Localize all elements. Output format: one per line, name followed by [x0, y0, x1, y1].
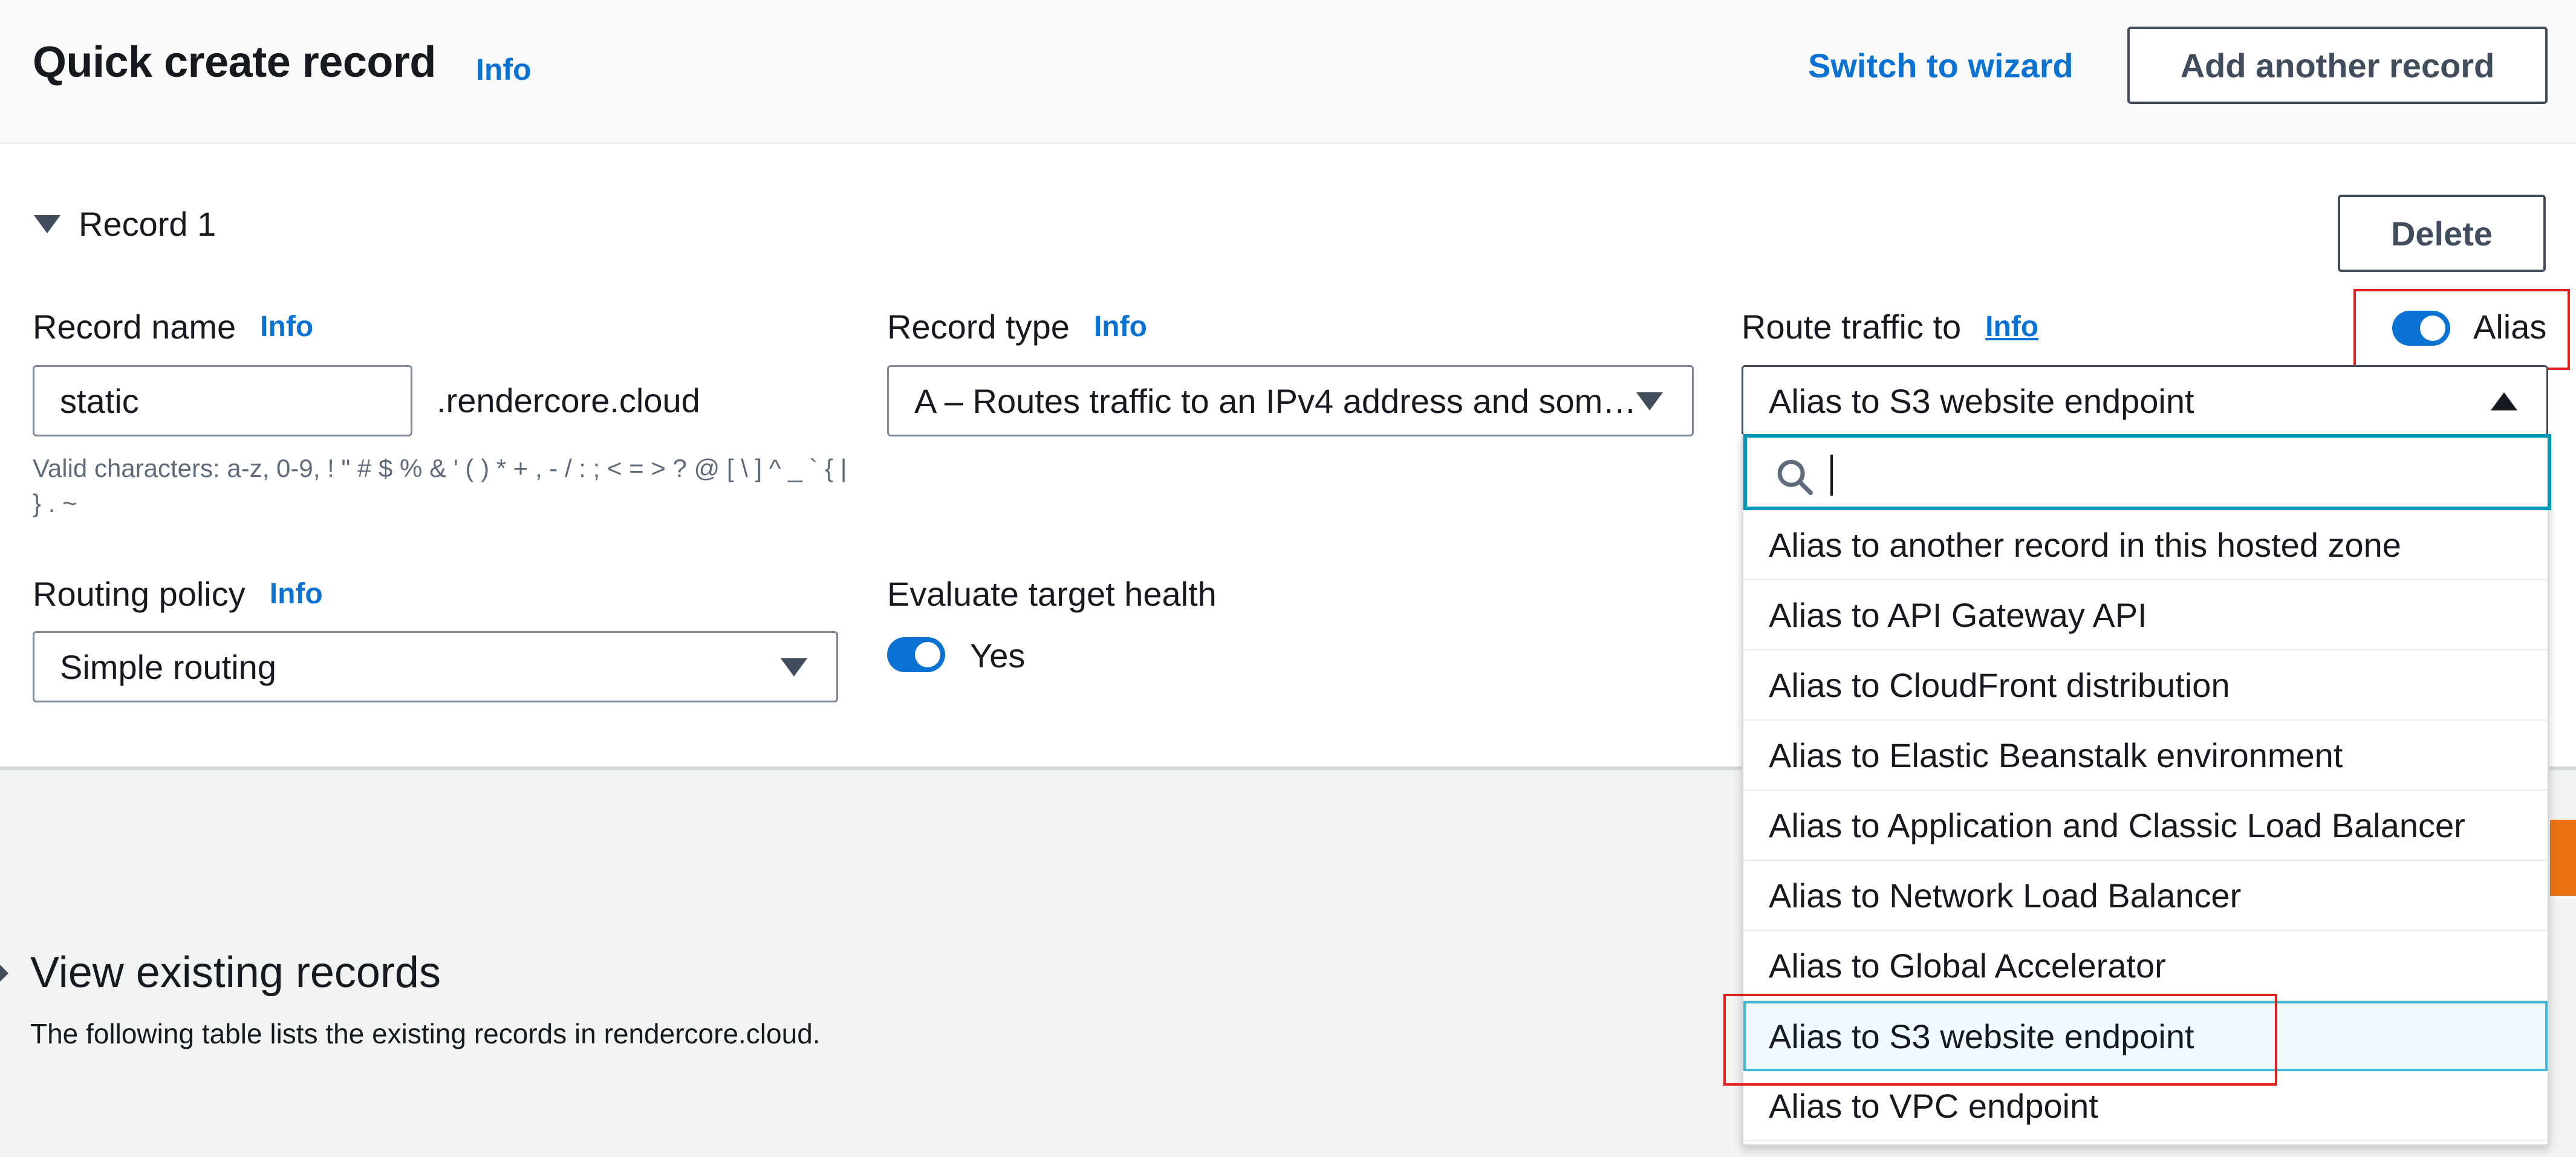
evaluate-health-toggle-label: Yes: [970, 637, 1026, 675]
record-type-label: Record type Info: [887, 307, 1147, 346]
dropdown-option[interactable]: Alias to Application and Classic Load Ba…: [1743, 791, 2548, 861]
route-traffic-dropdown: Alias to another record in this hosted z…: [1742, 434, 2551, 1146]
dropdown-option[interactable]: Alias to S3 website endpoint: [1743, 1001, 2548, 1071]
dropdown-option[interactable]: Alias to Network Load Balancer: [1743, 861, 2548, 931]
route-traffic-label: Route traffic to Info: [1742, 307, 2038, 346]
dropdown-option[interactable]: Alias to VPC endpoint: [1743, 1071, 2548, 1141]
domain-suffix: .rendercore.cloud: [437, 381, 700, 420]
route-traffic-label-text: Route traffic to: [1742, 308, 1962, 346]
record-name-value: static: [60, 381, 139, 420]
record-type-info-link[interactable]: Info: [1094, 310, 1147, 343]
dropdown-search-input[interactable]: [1743, 434, 2551, 510]
text-cursor: [1830, 455, 1833, 496]
evaluate-health-toggle[interactable]: [887, 637, 945, 672]
dropdown-options-list: Alias to another record in this hosted z…: [1743, 510, 2548, 1141]
search-icon: [1777, 459, 1813, 496]
record-expand-toggle[interactable]: Record 1: [34, 204, 216, 244]
dropdown-option[interactable]: Alias to another record in this hosted z…: [1743, 510, 2548, 580]
routing-policy-value: Simple routing: [60, 647, 276, 686]
alias-toggle[interactable]: [2392, 311, 2450, 346]
existing-records-title[interactable]: View existing records: [30, 948, 441, 997]
record-type-value: A – Routes traffic to an IPv4 address an…: [914, 381, 1644, 420]
switch-to-wizard-link[interactable]: Switch to wizard: [1808, 46, 2073, 85]
record-name-info-link[interactable]: Info: [260, 310, 313, 343]
record-type-select[interactable]: A – Routes traffic to an IPv4 address an…: [887, 365, 1694, 436]
title-info-link[interactable]: Info: [476, 52, 532, 87]
caret-right-icon[interactable]: [0, 965, 8, 982]
chevron-up-icon: [2491, 392, 2517, 410]
dropdown-option[interactable]: Alias to CloudFront distribution: [1743, 650, 2548, 721]
alias-toggle-label: Alias: [2473, 308, 2547, 346]
routing-policy-label-text: Routing policy: [33, 575, 246, 613]
routing-policy-label: Routing policy Info: [33, 574, 323, 614]
record-name-label-text: Record name: [33, 308, 236, 346]
record-name-label: Record name Info: [33, 307, 313, 346]
evaluate-health-label: Evaluate target health: [887, 575, 1217, 613]
chevron-down-icon: [1636, 392, 1663, 410]
route-traffic-select[interactable]: Alias to S3 website endpoint: [1742, 365, 2548, 436]
chevron-down-icon: [781, 658, 807, 676]
caret-down-icon: [34, 215, 60, 233]
routing-policy-select[interactable]: Simple routing: [33, 631, 838, 702]
route-traffic-info-link[interactable]: Info: [1985, 310, 2038, 343]
toggle-knob: [915, 642, 940, 667]
dropdown-option[interactable]: Alias to API Gateway API: [1743, 580, 2548, 650]
record-name-hint: Valid characters: a-z, 0-9, ! " # $ % & …: [33, 454, 847, 517]
record-title: Record 1: [79, 205, 216, 243]
existing-records-description: The following table lists the existing r…: [30, 1018, 821, 1049]
route-traffic-value: Alias to S3 website endpoint: [1769, 381, 2194, 420]
add-another-record-button[interactable]: Add another record: [2127, 27, 2548, 104]
routing-policy-info-link[interactable]: Info: [270, 577, 323, 611]
record-name-input[interactable]: static: [33, 365, 412, 436]
delete-record-button[interactable]: Delete: [2338, 195, 2546, 272]
page-header: Quick create record Info Switch to wizar…: [0, 0, 2576, 144]
page-title: Quick create record: [33, 38, 436, 86]
dropdown-option[interactable]: Alias to Global Accelerator: [1743, 931, 2548, 1001]
record-type-label-text: Record type: [887, 308, 1070, 346]
dropdown-option[interactable]: Alias to Elastic Beanstalk environment: [1743, 721, 2548, 791]
feedback-tab[interactable]: [2550, 820, 2576, 896]
toggle-knob: [2420, 316, 2445, 341]
